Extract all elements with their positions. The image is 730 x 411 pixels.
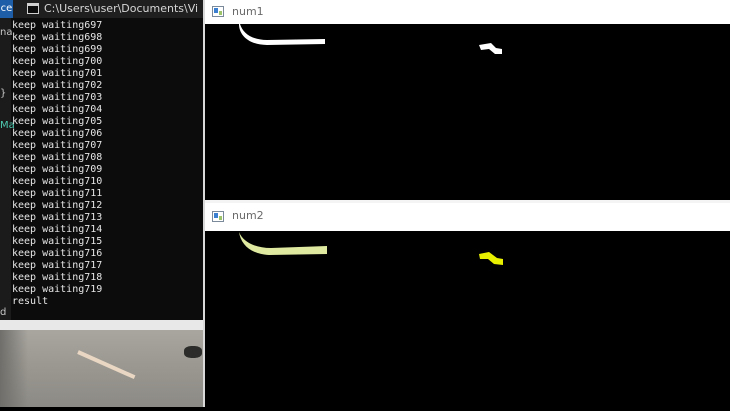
photo-shadow — [0, 330, 28, 407]
console-line: keep waiting712 — [12, 200, 103, 211]
photo-pencil — [77, 350, 136, 380]
editor-tab-fragment[interactable]: ce — [0, 0, 13, 18]
console-line: keep waiting711 — [12, 188, 103, 199]
console-line: keep waiting703 — [12, 92, 103, 103]
editor-gutter: na } Ma d — [0, 18, 15, 320]
console-titlebar[interactable]: ce C:\Users\user\Documents\Vi — [0, 0, 203, 18]
image-window-num2[interactable]: num2 — [205, 203, 730, 407]
console-line: keep waiting709 — [12, 164, 103, 175]
console-line: keep waiting704 — [12, 104, 103, 115]
console-line: keep waiting717 — [12, 260, 103, 271]
console-line: keep waiting707 — [12, 140, 103, 151]
console-line: keep waiting699 — [12, 44, 103, 55]
console-app-icon — [27, 3, 39, 14]
console-line: keep waiting702 — [12, 80, 103, 91]
image-window-num1[interactable]: num1 — [205, 0, 730, 200]
console-line: keep waiting714 — [12, 224, 103, 235]
num2-titlebar[interactable]: num2 — [205, 203, 730, 231]
num2-stroke-left — [239, 232, 327, 255]
console-title: C:\Users\user\Documents\Vi — [44, 2, 199, 15]
console-line: keep waiting719 — [12, 284, 103, 295]
console-line: keep waiting715 — [12, 236, 103, 247]
background-photo — [0, 330, 205, 407]
gutter-fragment: na — [0, 27, 13, 38]
console-line: keep waiting716 — [12, 248, 103, 259]
console-line: keep waiting705 — [12, 116, 103, 127]
num2-canvas[interactable] — [205, 231, 730, 407]
gutter-fragment: } — [0, 88, 7, 99]
num2-stroke-right — [479, 252, 503, 265]
console-line: keep waiting718 — [12, 272, 103, 283]
console-line: keep waiting708 — [12, 152, 103, 163]
image-window-icon — [212, 6, 224, 17]
console-output: keep waiting697 keep waiting698 keep waiti… — [12, 20, 102, 308]
console-line: result — [12, 296, 49, 307]
console-line: keep waiting713 — [12, 212, 103, 223]
num1-canvas[interactable] — [205, 24, 730, 200]
console-line: keep waiting698 — [12, 32, 103, 43]
image-window-icon — [212, 211, 224, 222]
photo-object — [184, 346, 202, 358]
gutter-fragment: d — [0, 307, 7, 318]
num1-image — [239, 24, 502, 54]
num1-stroke-left — [239, 24, 325, 45]
num1-title: num1 — [232, 5, 264, 18]
num2-image — [239, 232, 503, 265]
num1-stroke-right — [479, 43, 502, 54]
console-line: keep waiting697 — [12, 20, 103, 31]
num1-titlebar[interactable]: num1 — [205, 0, 730, 24]
num2-title: num2 — [232, 209, 264, 222]
console-line: keep waiting706 — [12, 128, 103, 139]
console-line: keep waiting700 — [12, 56, 103, 67]
console-bottom-bar — [0, 320, 203, 330]
console-window[interactable]: ce C:\Users\user\Documents\Vi na } Ma d … — [0, 0, 203, 320]
console-line: keep waiting710 — [12, 176, 103, 187]
console-line: keep waiting701 — [12, 68, 103, 79]
